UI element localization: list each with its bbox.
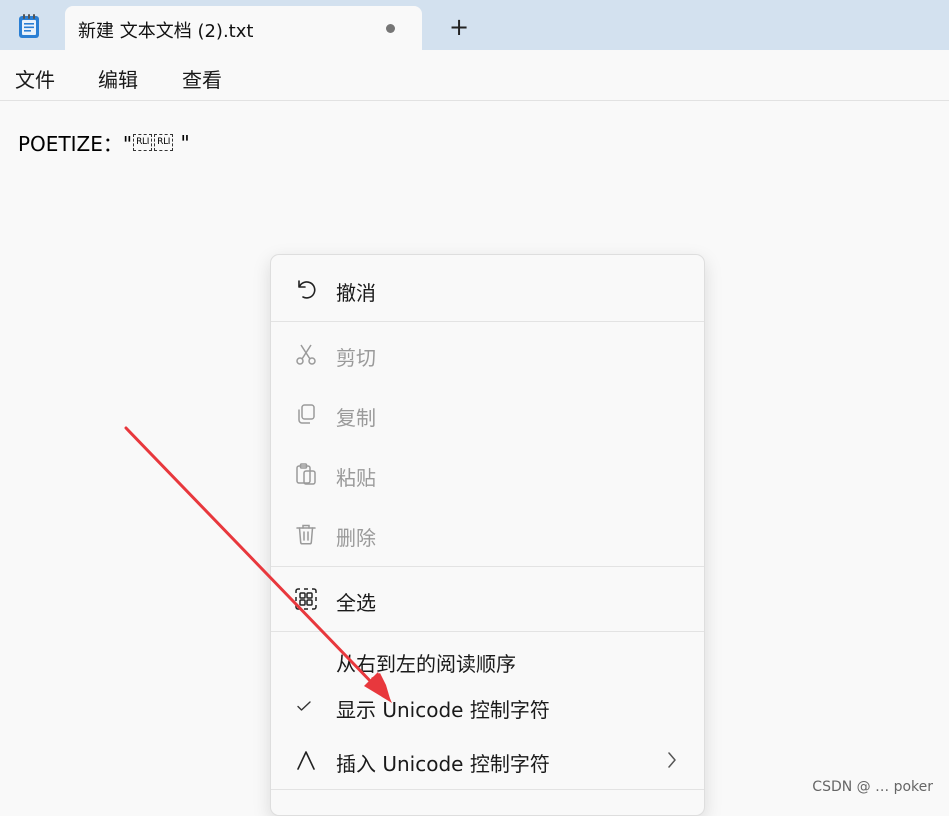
menu-item-copy[interactable]: 复制 bbox=[271, 390, 704, 440]
menu-item-insert-unicode-control-char[interactable]: 插入 Unicode 控制字符 bbox=[271, 736, 704, 786]
menu-separator bbox=[271, 789, 704, 790]
menu-item-label: 插入 Unicode 控制字符 bbox=[336, 752, 550, 776]
control-char-marker: RLI bbox=[133, 134, 153, 151]
menu-bar: 文件 编辑 查看 bbox=[0, 50, 949, 101]
menu-separator bbox=[271, 631, 704, 632]
text-line: POETIZE：" RLI RLI " bbox=[18, 128, 190, 157]
checkmark-icon bbox=[297, 701, 311, 711]
text-prefix: POETIZE：" bbox=[18, 132, 133, 156]
menu-item-label: 复制 bbox=[336, 406, 376, 430]
watermark: CSDN @ … poker bbox=[812, 779, 933, 795]
unsaved-indicator-icon[interactable] bbox=[386, 24, 395, 33]
delete-icon bbox=[296, 524, 316, 545]
menu-item-label: 全选 bbox=[336, 591, 376, 615]
menu-separator bbox=[271, 566, 704, 567]
menu-item-label: 删除 bbox=[336, 526, 376, 550]
copy-icon bbox=[298, 404, 315, 424]
select-all-icon bbox=[295, 588, 317, 610]
paste-icon bbox=[296, 463, 316, 485]
menu-item-delete[interactable]: 删除 bbox=[271, 510, 704, 560]
text-suffix: " bbox=[174, 130, 190, 155]
menu-item-label: 撤消 bbox=[336, 281, 376, 305]
tab-strip: 新建 文本文档 (2).txt + bbox=[0, 0, 949, 50]
menu-separator bbox=[271, 321, 704, 322]
tab-title: 新建 文本文档 (2).txt bbox=[78, 21, 254, 42]
menu-file[interactable]: 文件 bbox=[15, 64, 55, 93]
menu-item-paste[interactable]: 粘贴 bbox=[271, 450, 704, 500]
menu-item-label: 剪切 bbox=[336, 346, 376, 370]
caret-icon bbox=[297, 751, 315, 770]
document-tab[interactable]: 新建 文本文档 (2).txt bbox=[65, 6, 422, 50]
new-tab-button[interactable]: + bbox=[446, 14, 472, 40]
menu-item-cut[interactable]: 剪切 bbox=[271, 330, 704, 380]
notepad-app-icon bbox=[19, 14, 39, 38]
context-menu: 撤消 剪切 复制 粘贴 删除 全选 从右到左的阅读顺序 显示 Unicode 控… bbox=[270, 254, 705, 816]
menu-item-label: 显示 Unicode 控制字符 bbox=[336, 698, 550, 722]
control-char-marker: RLI bbox=[154, 134, 174, 151]
menu-item-rtl-reading-order[interactable]: 从右到左的阅读顺序 bbox=[271, 636, 704, 686]
menu-view[interactable]: 查看 bbox=[182, 64, 222, 93]
menu-item-undo[interactable]: 撤消 bbox=[271, 265, 704, 315]
menu-item-label: 从右到左的阅读顺序 bbox=[336, 652, 516, 676]
menu-item-select-all[interactable]: 全选 bbox=[271, 575, 704, 625]
menu-item-show-unicode-control-chars[interactable]: 显示 Unicode 控制字符 bbox=[271, 682, 704, 732]
menu-edit[interactable]: 编辑 bbox=[98, 64, 138, 93]
menu-item-label: 粘贴 bbox=[336, 466, 376, 490]
undo-icon bbox=[298, 280, 316, 299]
cut-icon bbox=[296, 344, 316, 365]
chevron-right-icon bbox=[668, 752, 676, 768]
